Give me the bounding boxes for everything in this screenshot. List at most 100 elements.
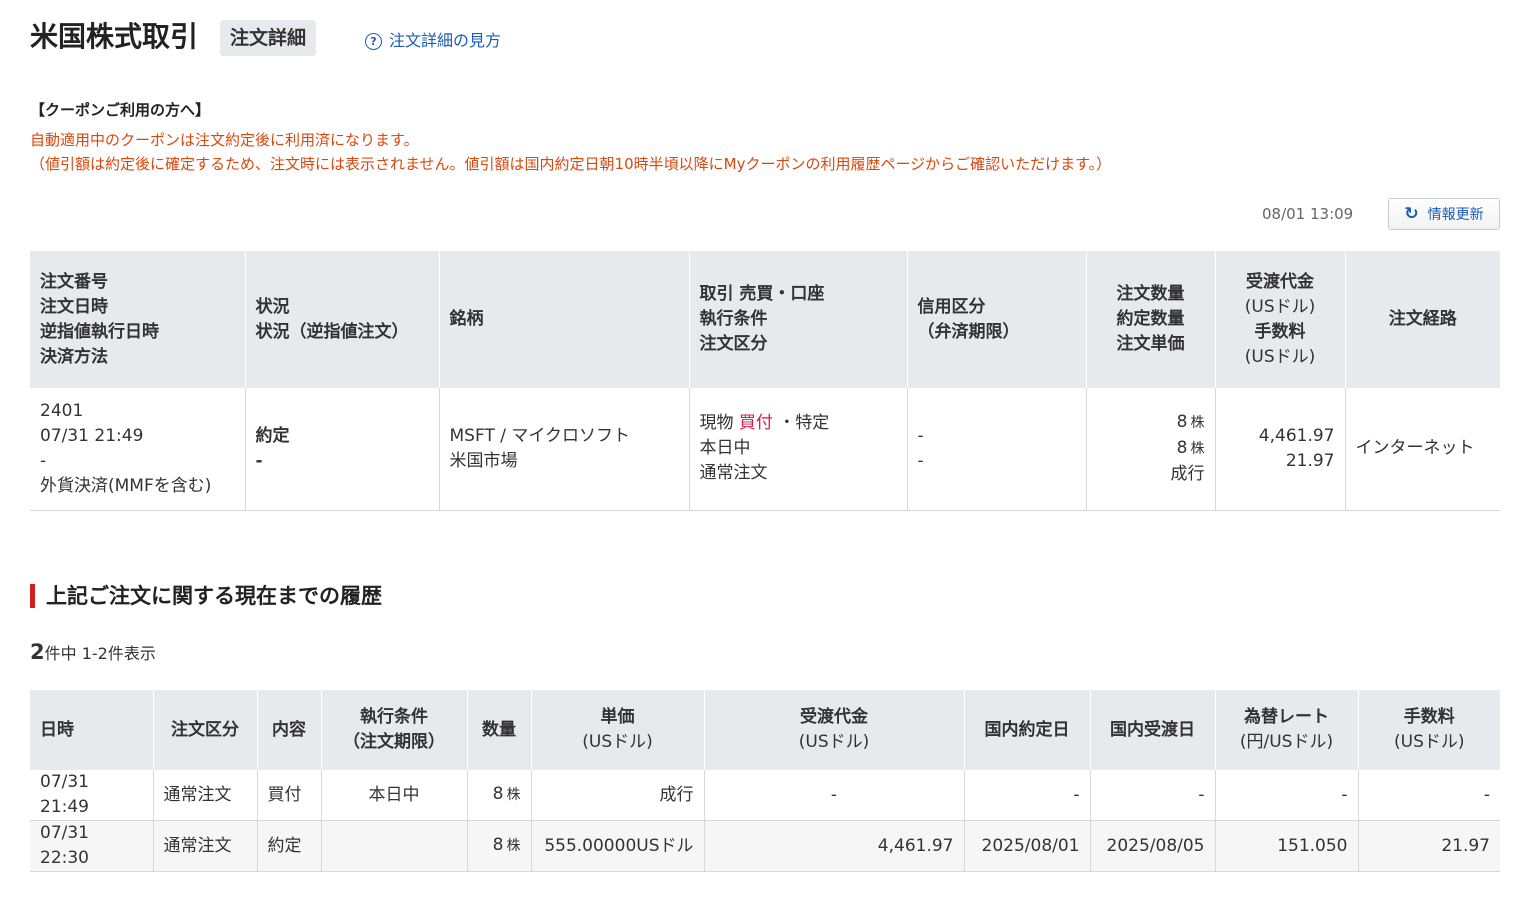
header-status: 状況 状況（逆指値注文） [245, 251, 440, 388]
cell-trade: 現物 買付 ・特定 本日中 通常注文 [689, 388, 908, 511]
order-row: 2401 07/31 21:49 - 外貨決済(MMFを含む) 約定 - MSF… [30, 388, 1500, 511]
refresh-button-label: 情報更新 [1427, 207, 1484, 223]
header-stop-datetime: 逆指値執行日時 [40, 321, 159, 342]
settlement-amount: 4,461.97 [1258, 425, 1335, 446]
cell-route: インターネット [1345, 388, 1500, 511]
history-header-condition-label: 執行条件 [360, 707, 428, 727]
header-symbol-label: 銘柄 [449, 309, 484, 329]
history-date: 07/31 21:49 [30, 770, 154, 821]
result-total: 2 [30, 640, 45, 664]
cell-order-info: 2401 07/31 21:49 - 外貨決済(MMFを含む) [30, 388, 246, 511]
header-unit-price: 注文単価 [1116, 334, 1185, 354]
header-order-qty: 注文数量 [1116, 284, 1185, 304]
history-header-order-type: 注文区分 [153, 690, 258, 770]
trade-side: 買付 [738, 413, 773, 434]
header-trade-side: 取引 売買・口座 [699, 284, 825, 304]
history-content: 約定 [257, 820, 322, 872]
order-detail-table: 注文番号 注文日時 逆指値執行日時 決済方法 状況 状況（逆指値注文） 銘柄 取… [30, 251, 1500, 511]
market-name: 米国市場 [449, 450, 518, 471]
history-condition [321, 820, 468, 872]
history-header-fee-unit: (USドル) [1394, 732, 1465, 752]
history-header-amount-unit: (USドル) [798, 732, 870, 752]
header-margin: 信用区分 （弁済期限） [907, 251, 1087, 388]
header-order-datetime: 注文日時 [40, 296, 108, 317]
history-header-fee: 手数料 (USドル) [1358, 690, 1500, 770]
history-header-condition-sub: （注文期限） [343, 732, 445, 752]
history-qty: 8株 [467, 770, 532, 821]
order-type: 通常注文 [699, 463, 768, 484]
account-type: ・特定 [778, 413, 830, 434]
history-price: 成行 [531, 770, 705, 821]
table-row: 07/31 22:30 通常注文 約定 8株 555.00000USドル 4,4… [30, 820, 1500, 872]
history-qty-unit: 株 [506, 787, 521, 803]
history-order-type: 通常注文 [153, 820, 258, 872]
history-fx: - [1215, 770, 1359, 821]
header-route: 注文経路 [1345, 251, 1500, 388]
help-link-label: 注文詳細の見方 [389, 31, 502, 50]
history-header-amount-label: 受渡代金 [800, 707, 868, 727]
table-row: 07/31 21:49 通常注文 買付 本日中 8株 成行 - - - - - [30, 770, 1500, 821]
cell-quantity: 8株 8株 成行 [1086, 388, 1216, 511]
margin-type: - [917, 425, 924, 446]
history-amount: 4,461.97 [704, 820, 965, 872]
history-header-fee-label: 手数料 [1403, 707, 1455, 727]
cell-symbol: MSFT / マイクロソフト 米国市場 [439, 388, 690, 511]
header-amount-label: 受渡代金 [1246, 271, 1314, 292]
history-header-content: 内容 [257, 690, 322, 770]
stop-datetime: - [40, 450, 47, 471]
header-settlement: 決済方法 [40, 346, 108, 367]
header-amount: 受渡代金 (USドル) 手数料 (USドル) [1215, 251, 1346, 388]
exec-quantity: 8株 [1097, 436, 1205, 462]
fee-amount: 21.97 [1285, 450, 1335, 471]
question-circle-icon: ? [365, 32, 382, 50]
last-updated-timestamp: 08/01 13:09 [1262, 205, 1354, 223]
history-fee: - [1358, 770, 1500, 821]
result-count-text: 件中 1-2件表示 [44, 644, 156, 663]
header-order-type: 注文区分 [699, 334, 768, 354]
history-header-price: 単価 (USドル) [531, 690, 705, 770]
history-header-qty-label: 数量 [482, 719, 516, 740]
result-count: 2件中 1-2件表示 [30, 640, 156, 666]
header-margin-due: （弁済期限） [917, 321, 1020, 342]
history-domestic-exec: - [964, 770, 1091, 821]
order-datetime: 07/31 21:49 [40, 425, 144, 446]
order-number: 2401 [40, 400, 84, 421]
history-qty: 8株 [467, 820, 532, 872]
header-fee-unit: (USドル) [1244, 346, 1316, 367]
history-header-condition: 執行条件 （注文期限） [321, 690, 468, 770]
trade-type: 現物 [699, 413, 734, 434]
page-title: 米国株式取引 [30, 20, 199, 53]
history-header-fx-label: 為替レート [1244, 707, 1329, 727]
history-header-row: 日時 注文区分 内容 執行条件 （注文期限） 数量 単価 (USドル) 受渡代金… [30, 690, 1500, 770]
header-amount-unit: (USドル) [1244, 296, 1316, 317]
history-order-type: 通常注文 [153, 770, 258, 821]
coupon-notice-line2: （値引額は約定後に確定するため、注文時には表示されません。値引額は国内約定日朝1… [30, 155, 1112, 173]
page-subtitle-badge: 注文詳細 [220, 20, 317, 56]
history-header-order-type-label: 注文区分 [171, 719, 239, 740]
header-trade: 取引 売買・口座 執行条件 注文区分 [689, 251, 908, 388]
history-price: 555.00000USドル [531, 820, 705, 872]
history-header-date: 日時 [30, 690, 154, 770]
settlement-method: 外貨決済(MMFを含む) [40, 475, 212, 496]
history-header-qty: 数量 [467, 690, 532, 770]
history-fx: 151.050 [1215, 820, 1359, 872]
history-header-fx: 為替レート (円/USドル) [1215, 690, 1359, 770]
history-domestic-settle: 2025/08/05 [1090, 820, 1216, 872]
history-header-domestic-settle-label: 国内受渡日 [1110, 719, 1195, 740]
history-header-content-label: 内容 [272, 719, 306, 740]
history-header-date-label: 日時 [40, 719, 74, 740]
history-header-domestic-exec: 国内約定日 [964, 690, 1091, 770]
cell-amount: 4,461.97 21.97 [1215, 388, 1346, 511]
exec-qty-value: 8 [1176, 438, 1188, 459]
coupon-heading: 【クーポンご利用の方へ】 [30, 101, 211, 119]
header-status-label: 状況 [255, 296, 290, 317]
header-order-info: 注文番号 注文日時 逆指値執行日時 決済方法 [30, 251, 246, 388]
header-fee-label: 手数料 [1254, 321, 1306, 342]
margin-due: - [917, 450, 924, 471]
order-status-stop: - [255, 450, 263, 471]
trade-line: 現物 買付 ・特定 [700, 411, 897, 436]
help-link[interactable]: ? 注文詳細の見方 [365, 31, 501, 51]
header-symbol: 銘柄 [439, 251, 690, 388]
history-header-fx-unit: (円/USドル) [1239, 732, 1334, 752]
refresh-button[interactable]: ↻ 情報更新 [1388, 198, 1500, 230]
